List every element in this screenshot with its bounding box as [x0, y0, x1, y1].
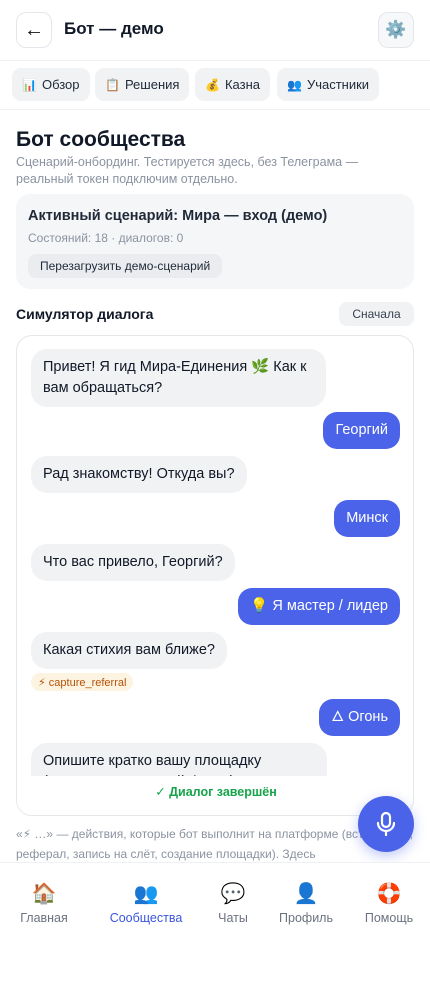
tab-bar: 📊 Обзор 📋 Решения 💰 Казна 👥 Участники	[0, 61, 430, 110]
page-title: Бот — демо	[64, 19, 164, 38]
action-badge: ⚡ capture_referral	[31, 673, 134, 691]
nav-communities[interactable]: 👥 Сообщества	[103, 881, 189, 925]
tab-label: Участники	[306, 77, 370, 92]
lifebuoy-icon: 🛟	[376, 883, 402, 905]
user-message: 💡 Я мастер / лидер	[238, 588, 400, 625]
arrow-left-icon: ←	[24, 18, 44, 41]
nav-label: Помощь	[364, 911, 414, 925]
people-icon: 👥	[133, 883, 159, 905]
money-bag-icon: 💰	[205, 77, 220, 92]
restart-button[interactable]: Сначала	[339, 302, 414, 326]
nav-home[interactable]: 🏠 Главная	[1, 881, 87, 925]
user-icon: 👤	[293, 883, 319, 905]
chat-simulator[interactable]: Привет! Я гид Мира-Единения 🌿 Как к вам …	[16, 335, 414, 816]
tab-label: Обзор	[41, 77, 80, 92]
gear-icon: ⚙️	[385, 20, 407, 39]
tab-decisions[interactable]: 📋 Решения	[95, 68, 190, 101]
reload-scenario-button[interactable]: Перезагрузить демо-сценарий	[28, 254, 223, 278]
nav-help[interactable]: 🛟 Помощь	[346, 881, 430, 925]
dialog-status: ✓ Диалог завершён	[155, 785, 277, 799]
scenario-meta: Состояний: 18 · диалогов: 0	[28, 231, 184, 245]
scenario-title: Активный сценарий: Мира — вход (демо)	[28, 208, 328, 224]
tab-treasury[interactable]: 💰 Казна	[195, 68, 270, 101]
nav-label: Сообщества	[109, 911, 183, 925]
settings-button[interactable]: ⚙️	[378, 12, 414, 48]
tab-overview[interactable]: 📊 Обзор	[12, 68, 90, 101]
user-message: Георгий	[323, 412, 400, 449]
app-header: ← Бот — демо ⚙️	[0, 0, 430, 61]
bot-message: Привет! Я гид Мира-Единения 🌿 Как к вам …	[31, 349, 326, 407]
clipboard-icon: 📋	[105, 77, 120, 92]
bot-message: Рад знакомству! Откуда вы?	[31, 456, 247, 493]
people-icon: 👥	[287, 77, 302, 92]
bot-message: Какая стихия вам ближе?	[31, 632, 227, 669]
tab-label: Решения	[124, 77, 180, 92]
home-icon: 🏠	[31, 883, 57, 905]
simulator-title: Симулятор диалога	[16, 306, 154, 322]
section-description: Сценарий-онбординг. Тестируется здесь, б…	[16, 155, 359, 186]
back-button[interactable]: ←	[16, 12, 52, 48]
tab-label: Казна	[224, 77, 260, 92]
bot-message: Что вас привело, Георгий?	[31, 544, 235, 581]
nav-label: Профиль	[279, 911, 333, 925]
user-message: Минск	[334, 500, 400, 537]
voice-input-button[interactable]	[358, 796, 414, 852]
user-message: 🜂 Огонь	[319, 699, 400, 736]
section-title: Бот сообщества	[16, 128, 186, 151]
bottom-navigation: 🏠 Главная 👥 Сообщества 💬 Чаты 👤 Профиль …	[0, 862, 430, 989]
microphone-icon	[376, 811, 396, 837]
chart-icon: 📊	[22, 77, 37, 92]
active-scenario-card: Активный сценарий: Мира — вход (демо) Со…	[16, 194, 414, 289]
actions-footnote: «⚡ …» — действия, которые бот выполнит н…	[16, 827, 414, 861]
tab-members[interactable]: 👥 Участники	[277, 68, 380, 101]
nav-label: Главная	[20, 911, 68, 925]
nav-profile[interactable]: 👤 Профиль	[263, 881, 349, 925]
